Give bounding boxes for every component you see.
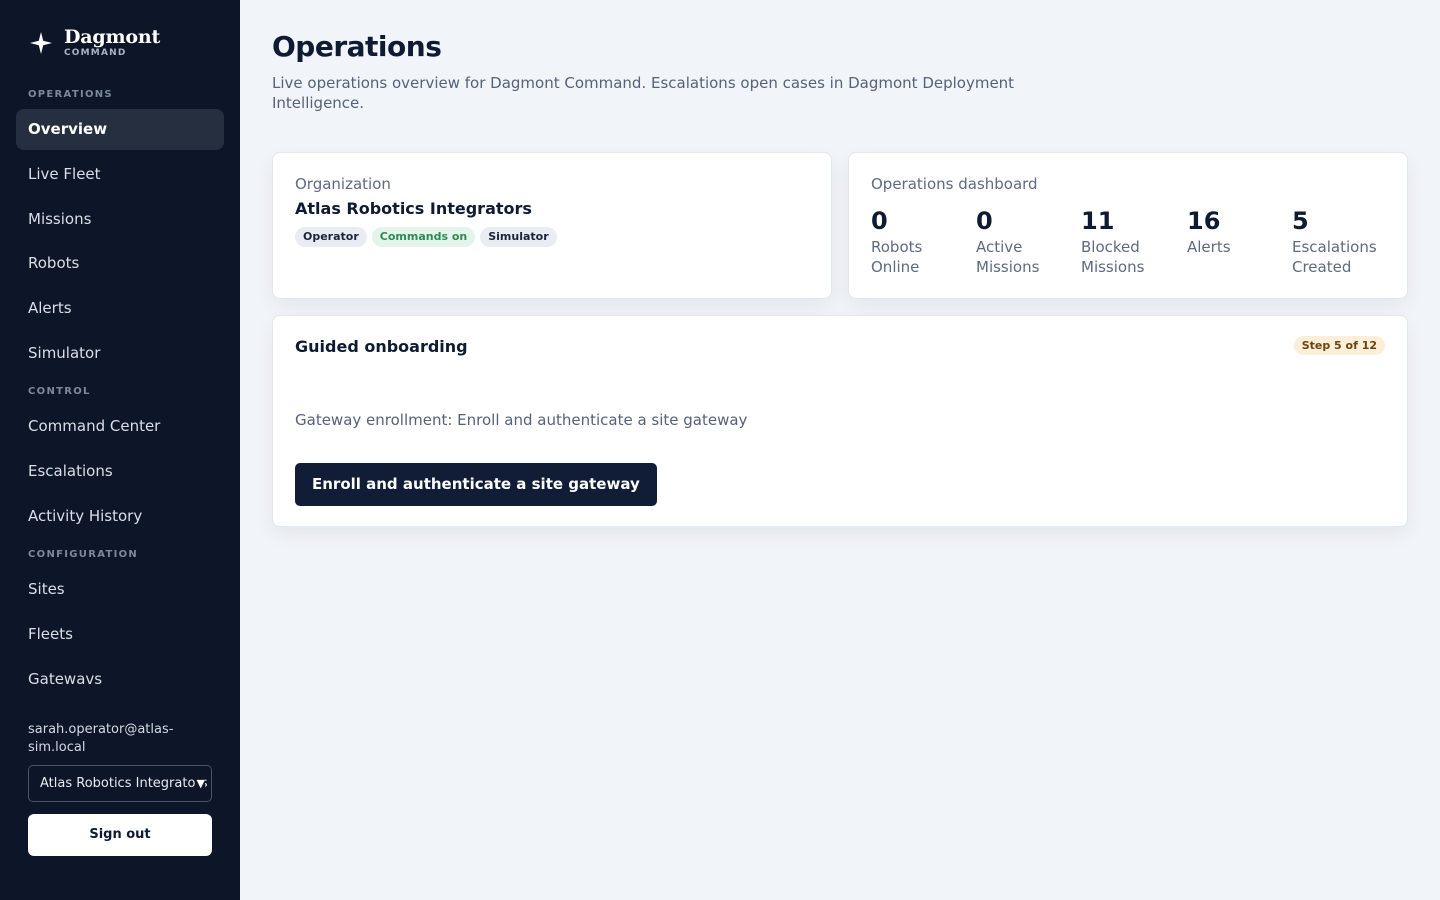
stat-escalations-created: 5 Escalations Created bbox=[1292, 207, 1390, 277]
organization-select-value: Atlas Robotics Integrators bbox=[40, 776, 208, 791]
nav-section-configuration: CONFIGURATION bbox=[28, 549, 139, 560]
stat-alerts: 16 Alerts bbox=[1187, 207, 1285, 257]
tag-commands-on: Commands on bbox=[371, 227, 476, 247]
dashboard-label: Operations dashboard bbox=[871, 175, 1038, 193]
step-badge: Step 5 of 12 bbox=[1293, 336, 1385, 355]
sidebar-item-command-center[interactable]: Command Center bbox=[16, 406, 224, 447]
nav-section-control: CONTROL bbox=[28, 386, 91, 397]
sidebar-item-simulator[interactable]: Simulator bbox=[16, 333, 224, 374]
sidebar-item-overview[interactable]: Overview bbox=[16, 109, 224, 150]
stat-label: Active Missions bbox=[976, 238, 1040, 276]
brand-logo[interactable]: Dagmont COMMAND bbox=[28, 26, 160, 59]
stat-label: Blocked Missions bbox=[1081, 238, 1145, 276]
onboarding-title: Guided onboarding bbox=[295, 337, 468, 356]
nav-section-operations: OPERATIONS bbox=[28, 89, 113, 100]
onboarding-description: Gateway enrollment: Enroll and authentic… bbox=[295, 411, 748, 429]
sidebar-item-robots[interactable]: Robots bbox=[16, 243, 224, 284]
sidebar-item-live-fleet[interactable]: Live Fleet bbox=[16, 154, 224, 195]
stat-robots-online: 0 Robots Online bbox=[871, 207, 969, 277]
brand-name: Dagmont bbox=[64, 26, 161, 48]
sidebar-item-escalations[interactable]: Escalations bbox=[16, 451, 224, 492]
sidebar-item-alerts[interactable]: Alerts bbox=[16, 288, 224, 329]
organization-select[interactable]: Atlas Robotics Integrators ▼ bbox=[28, 765, 212, 802]
sidebar-item-activity-history[interactable]: Activity History bbox=[16, 496, 224, 537]
tag-operator: Operator bbox=[295, 227, 367, 247]
stat-value: 0 bbox=[871, 207, 888, 235]
sidebar-item-sites[interactable]: Sites bbox=[16, 569, 224, 610]
sidebar-item-fleets[interactable]: Fleets bbox=[16, 614, 224, 655]
sign-out-button[interactable]: Sign out bbox=[28, 814, 212, 856]
main-content: Operations Live operations overview for … bbox=[240, 0, 1440, 900]
user-email: sarah.operator@atlas-sim.local bbox=[28, 722, 174, 755]
guided-onboarding-card: Guided onboarding Step 5 of 12 Gateway e… bbox=[272, 315, 1408, 527]
enroll-gateway-button[interactable]: Enroll and authenticate a site gateway bbox=[295, 463, 657, 506]
sidebar-item-missions[interactable]: Missions bbox=[16, 199, 224, 240]
stat-label: Alerts bbox=[1187, 238, 1231, 256]
stat-value: 16 bbox=[1187, 207, 1221, 235]
page-subtitle: Live operations overview for Dagmont Com… bbox=[272, 74, 1015, 112]
sparkle-icon bbox=[30, 32, 52, 54]
operations-dashboard-card: Operations dashboard 0 Robots Online 0 A… bbox=[848, 152, 1408, 299]
tag-simulator: Simulator bbox=[480, 227, 557, 247]
sidebar-item-gateways[interactable]: Gatewavs bbox=[16, 659, 224, 700]
page-title: Operations bbox=[272, 30, 442, 63]
brand-subtitle: COMMAND bbox=[64, 48, 127, 58]
stat-blocked-missions: 11 Blocked Missions bbox=[1081, 207, 1179, 277]
stat-label: Escalations Created bbox=[1292, 238, 1377, 276]
stat-value: 0 bbox=[976, 207, 993, 235]
stat-label: Robots Online bbox=[871, 238, 923, 276]
role-tags: Operator Commands on Simulator bbox=[295, 227, 557, 247]
chevron-down-icon: ▼ bbox=[194, 766, 205, 801]
stat-value: 5 bbox=[1292, 207, 1309, 235]
organization-card: Organization Atlas Robotics Integrators … bbox=[272, 152, 832, 299]
organization-label: Organization bbox=[295, 175, 391, 193]
sidebar: Dagmont COMMAND OPERATIONS Overview Live… bbox=[0, 0, 240, 900]
stat-value: 11 bbox=[1081, 207, 1115, 235]
organization-name: Atlas Robotics Integrators bbox=[295, 199, 532, 218]
stat-active-missions: 0 Active Missions bbox=[976, 207, 1074, 277]
